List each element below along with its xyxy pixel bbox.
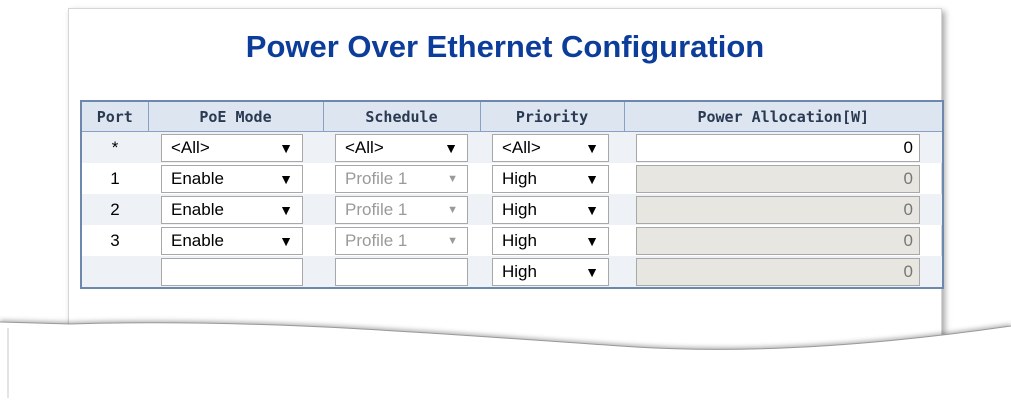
torn-paper-overlay [0, 321, 1011, 402]
